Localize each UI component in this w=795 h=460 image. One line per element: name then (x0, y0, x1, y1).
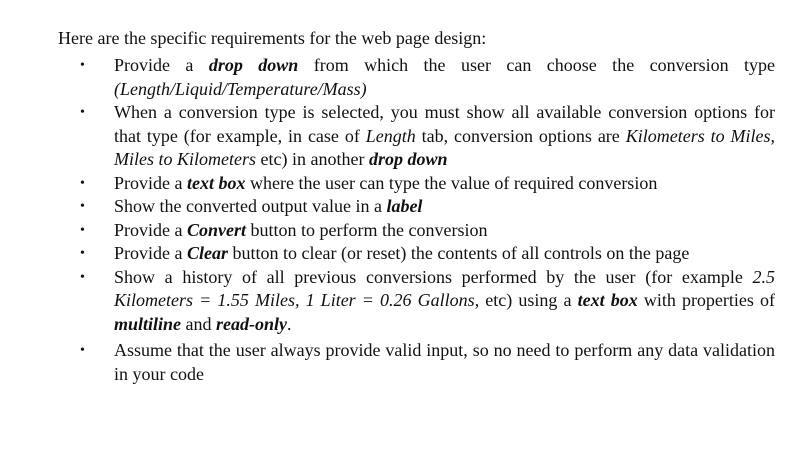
item-emphasis: text box (186, 172, 246, 193)
item-text: Show the converted output value in a (114, 196, 387, 216)
item-text: Provide a (114, 219, 187, 240)
bullet-icon: • (80, 269, 85, 285)
item-italic: Length (365, 125, 416, 146)
bullet-icon: • (80, 175, 85, 191)
item-text: button to clear (or reset) the contents … (228, 243, 690, 263)
item-emphasis: Convert (186, 219, 246, 240)
item-text: Provide a (114, 243, 187, 263)
item-emphasis: drop down (208, 55, 299, 75)
item-text: Provide a (114, 55, 209, 75)
list-item: • Provide a Convert button to perform th… (80, 219, 775, 243)
item-text: , etc) using a (474, 290, 578, 310)
item-emphasis: Clear (186, 243, 228, 263)
item-emphasis: multiline (114, 313, 182, 334)
item-text: Provide a (114, 172, 187, 193)
list-item: • Provide a text box where the user can … (80, 172, 775, 196)
list-item: • Provide a drop down from which the use… (80, 54, 775, 101)
requirements-list: • Provide a drop down from which the use… (80, 54, 775, 386)
item-emphasis: read-only (216, 313, 288, 334)
item-text: from which the user can choose the conve… (298, 55, 775, 75)
bullet-icon: • (80, 58, 85, 73)
item-emphasis: label (386, 196, 423, 216)
item-italic: (Length/Liquid/Temperature/Mass) (114, 78, 367, 99)
item-text: etc) in another (256, 149, 369, 169)
bullet-icon: • (80, 222, 85, 238)
bullet-icon: • (80, 105, 85, 120)
item-emphasis: text box (577, 290, 638, 310)
document-page: Here are the specific requirements for t… (0, 0, 795, 460)
item-text: and (181, 313, 217, 334)
item-text: Show a history of all previous conversio… (114, 266, 753, 287)
list-item: • Provide a Clear button to clear (or re… (80, 242, 775, 266)
list-item: • When a conversion type is selected, yo… (80, 101, 775, 172)
item-text: where the user can type the value of req… (245, 172, 658, 193)
item-emphasis: drop down (368, 149, 448, 169)
list-item: • Assume that the user always provide va… (80, 339, 775, 386)
bullet-icon: • (80, 246, 85, 261)
item-text: tab, conversion options are (415, 125, 626, 146)
bullet-icon: • (80, 343, 85, 358)
list-item: • Show a history of all previous convers… (80, 266, 775, 337)
intro-text: Here are the specific requirements for t… (58, 28, 487, 48)
item-text: button to perform the conversion (246, 219, 488, 240)
list-item: • Show the converted output value in a l… (80, 195, 775, 219)
item-text: with properties of (637, 290, 776, 310)
item-text: . (287, 313, 292, 334)
item-text: Assume that the user always provide vali… (114, 340, 775, 384)
bullet-icon: • (80, 199, 85, 214)
